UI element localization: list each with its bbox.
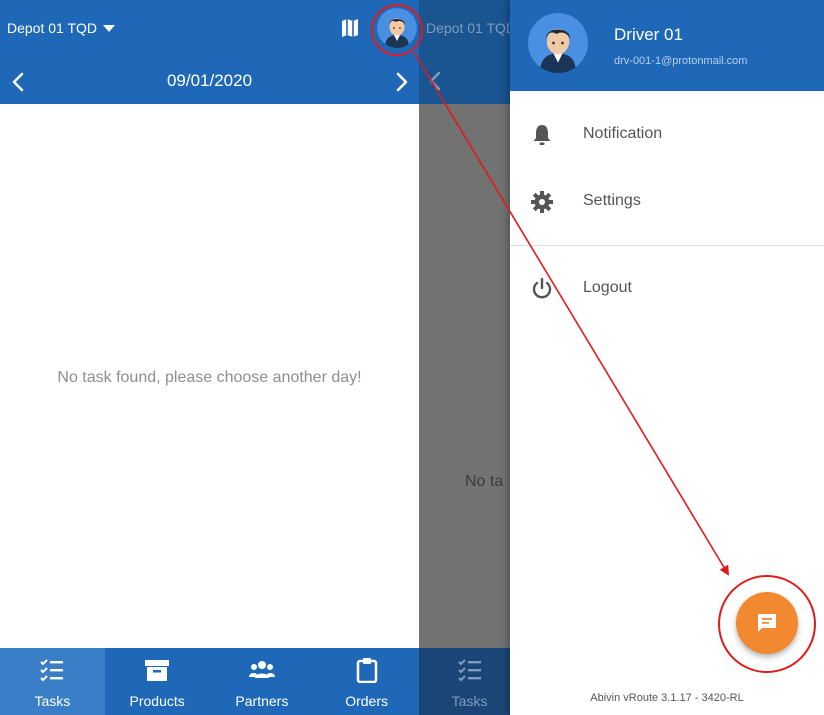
- app-version: Abivin vRoute 3.1.17 - 3420-RL: [590, 692, 744, 704]
- menu-label: Settings: [583, 192, 641, 209]
- chat-message-icon: [758, 614, 776, 632]
- menu-divider: [510, 245, 824, 246]
- archive-box-icon: [145, 660, 170, 681]
- menu-item-logout[interactable]: Logout: [510, 264, 824, 314]
- dimmed-tab-tasks: Tasks: [419, 648, 520, 715]
- date-navigator: 09/01/2020: [0, 58, 419, 104]
- chevron-right-icon[interactable]: [392, 71, 412, 93]
- power-icon: [532, 277, 552, 299]
- top-app-bar: Depot 01 TQD: [0, 0, 419, 58]
- navigation-drawer: Driver 01 drv-001-1@protonmail.com Notif…: [510, 0, 824, 715]
- depot-selector[interactable]: Depot 01 TQD: [7, 20, 116, 36]
- gear-icon: [531, 191, 553, 213]
- bottom-tab-bar: Tasks Products Partners Orders: [0, 648, 419, 715]
- map-icon[interactable]: [341, 18, 359, 38]
- user-name: Driver 01: [614, 25, 683, 44]
- dimmed-depot-label: Depot 01 TQD: [426, 20, 517, 36]
- tab-tasks[interactable]: Tasks: [0, 648, 105, 715]
- tab-label: Partners: [235, 693, 289, 709]
- bell-icon: [533, 125, 551, 145]
- chat-fab-button[interactable]: [736, 592, 798, 654]
- selected-date[interactable]: 09/01/2020: [0, 71, 419, 91]
- depot-label: Depot 01 TQD: [7, 20, 98, 36]
- checklist-icon: [40, 659, 64, 682]
- users-icon: [248, 661, 275, 678]
- tab-label: Tasks: [451, 693, 488, 709]
- dimmed-app-bar: Depot 01 TQD: [419, 0, 516, 104]
- empty-state-message: No task found, please choose another day…: [57, 369, 362, 386]
- tab-partners[interactable]: Partners: [210, 648, 315, 715]
- drawer-header: Driver 01 drv-001-1@protonmail.com: [510, 0, 824, 91]
- menu-item-settings[interactable]: Settings: [510, 177, 824, 227]
- dimmed-overlay[interactable]: No ta: [419, 104, 510, 648]
- tab-label: Orders: [345, 693, 389, 709]
- clipboard-icon: [356, 658, 377, 683]
- drawer-screen: Depot 01 TQD No ta Tasks Driver 01 drv-0…: [419, 0, 824, 715]
- driver-avatar-icon: [528, 13, 588, 73]
- task-screen: Depot 01 TQD 09/01/2020 No task found, p…: [0, 0, 419, 715]
- driver-avatar-icon[interactable]: [377, 8, 417, 48]
- menu-item-notification[interactable]: Notification: [510, 110, 824, 160]
- user-email: drv-001-1@protonmail.com: [614, 55, 748, 67]
- tab-orders[interactable]: Orders: [314, 648, 419, 715]
- tab-label: Products: [129, 693, 185, 709]
- caret-down-icon: [103, 25, 116, 32]
- menu-label: Notification: [583, 125, 663, 142]
- tab-label: Tasks: [34, 693, 71, 709]
- menu-label: Logout: [583, 279, 632, 296]
- chevron-left-icon: [429, 71, 441, 91]
- tab-products[interactable]: Products: [105, 648, 210, 715]
- checklist-icon: [457, 659, 481, 682]
- dimmed-empty-message: No ta: [465, 473, 504, 490]
